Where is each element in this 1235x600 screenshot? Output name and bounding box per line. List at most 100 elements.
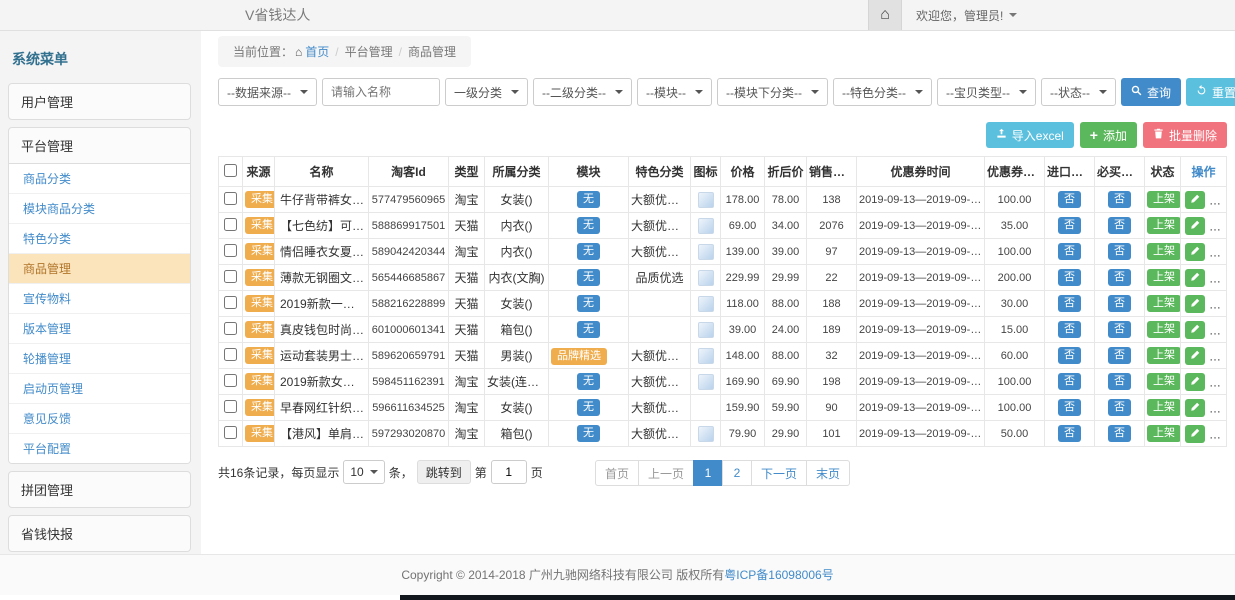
import-select-toggle[interactable]: 否 — [1058, 373, 1081, 391]
sidebar-subitem-7[interactable]: 启动页管理 — [9, 374, 190, 404]
pager-item-5[interactable]: 末页 — [806, 460, 850, 486]
sidebar-item-1[interactable]: 平台管理 — [9, 128, 190, 163]
edit-button[interactable] — [1185, 269, 1205, 287]
sidebar-subitem-2[interactable]: 特色分类 — [9, 224, 190, 254]
import-select-toggle[interactable]: 否 — [1058, 347, 1081, 365]
status-toggle[interactable]: 上架 — [1147, 295, 1181, 313]
taoke-id: 601000601341 — [369, 317, 449, 343]
row-checkbox[interactable] — [224, 192, 237, 205]
import-select-toggle[interactable]: 否 — [1058, 269, 1081, 287]
sidebar-subitem-1[interactable]: 模块商品分类 — [9, 194, 190, 224]
user-menu[interactable]: 欢迎您，管理员! — [902, 0, 1031, 30]
pager-item-2[interactable]: 1 — [693, 460, 723, 486]
status-toggle[interactable]: 上架 — [1147, 269, 1181, 287]
row-checkbox[interactable] — [224, 400, 237, 413]
import-select-toggle[interactable]: 否 — [1058, 243, 1081, 261]
sidebar-subitem-4[interactable]: 宣传物料 — [9, 284, 190, 314]
row-checkbox[interactable] — [224, 244, 237, 257]
breadcrumb-home-link[interactable]: 首页 — [305, 45, 329, 59]
filter-select-6[interactable]: --特色分类-- — [833, 78, 932, 106]
row-checkbox[interactable] — [224, 270, 237, 283]
import-select-toggle[interactable]: 否 — [1058, 399, 1081, 417]
row-checkbox[interactable] — [224, 296, 237, 309]
sales-count: 138 — [807, 187, 857, 213]
import-select-toggle[interactable]: 否 — [1058, 217, 1081, 235]
icp-link[interactable]: 粤ICP备16098006号 — [724, 568, 833, 582]
search-button[interactable]: 查询 — [1121, 78, 1181, 106]
filter-select-8[interactable]: --状态-- — [1041, 78, 1116, 106]
pager-item-4[interactable]: 下一页 — [751, 460, 807, 486]
import-select-toggle[interactable]: 否 — [1058, 295, 1081, 313]
status-toggle[interactable]: 上架 — [1147, 347, 1181, 365]
per-page-select[interactable]: 10 — [343, 460, 384, 484]
status-toggle[interactable]: 上架 — [1147, 243, 1181, 261]
filter-select-4[interactable]: --模块-- — [637, 78, 712, 106]
sidebar-item-0[interactable]: 用户管理 — [9, 84, 190, 119]
sidebar-subitem-5[interactable]: 版本管理 — [9, 314, 190, 344]
module-cell: 无 — [549, 187, 629, 213]
sidebar-subitem-6[interactable]: 轮播管理 — [9, 344, 190, 374]
discount-price: 34.00 — [765, 213, 807, 239]
edit-button[interactable] — [1185, 347, 1205, 365]
jump-page-input[interactable] — [491, 460, 527, 484]
discount-price: 29.99 — [765, 265, 807, 291]
product-name: 真皮钱包时尚优雅女士... — [275, 317, 369, 343]
must-buy-toggle[interactable]: 否 — [1108, 373, 1131, 391]
row-checkbox[interactable] — [224, 348, 237, 361]
must-buy-toggle[interactable]: 否 — [1108, 399, 1131, 417]
pager-item-0[interactable]: 首页 — [595, 460, 639, 486]
sidebar-item-2[interactable]: 拼团管理 — [9, 472, 190, 507]
import-select-toggle[interactable]: 否 — [1058, 321, 1081, 339]
add-button[interactable]: + 添加 — [1080, 122, 1137, 148]
must-buy-toggle[interactable]: 否 — [1108, 217, 1131, 235]
edit-button[interactable] — [1185, 321, 1205, 339]
must-buy-toggle[interactable]: 否 — [1108, 191, 1131, 209]
edit-button[interactable] — [1185, 399, 1205, 417]
name-search-input[interactable] — [322, 78, 440, 106]
import-select-toggle[interactable]: 否 — [1058, 191, 1081, 209]
filter-select-2[interactable]: 一级分类 — [445, 78, 528, 106]
must-buy-toggle[interactable]: 否 — [1108, 295, 1131, 313]
status-toggle[interactable]: 上架 — [1147, 191, 1181, 209]
edit-button[interactable] — [1185, 217, 1205, 235]
filter-select-0[interactable]: --数据来源-- — [218, 78, 317, 106]
edit-button[interactable] — [1185, 295, 1205, 313]
filter-select-5[interactable]: --模块下分类-- — [717, 78, 828, 106]
sidebar-item-3[interactable]: 省钱快报 — [9, 516, 190, 551]
pager-item-1[interactable]: 上一页 — [638, 460, 694, 486]
row-checkbox[interactable] — [224, 218, 237, 231]
row-checkbox[interactable] — [224, 374, 237, 387]
status-toggle[interactable]: 上架 — [1147, 399, 1181, 417]
row-checkbox[interactable] — [224, 322, 237, 335]
filter-select-7[interactable]: --宝贝类型-- — [937, 78, 1036, 106]
jump-button[interactable]: 跳转到 — [417, 460, 471, 484]
import-select-toggle[interactable]: 否 — [1058, 425, 1081, 443]
sidebar-subitem-3[interactable]: 商品管理 — [9, 254, 190, 284]
must-buy-toggle[interactable]: 否 — [1108, 321, 1131, 339]
must-buy-toggle[interactable]: 否 — [1108, 425, 1131, 443]
edit-button[interactable] — [1185, 191, 1205, 209]
col-header-6: 特色分类 — [629, 157, 691, 187]
must-buy-toggle[interactable]: 否 — [1108, 269, 1131, 287]
table-header-row: 来源名称淘客Id类型所属分类模块特色分类图标价格折后价销售数量优惠券时间优惠券金… — [219, 157, 1227, 187]
sidebar-subitem-9[interactable]: 平台配置 — [9, 434, 190, 463]
sidebar-subitem-0[interactable]: 商品分类 — [9, 164, 190, 194]
status-toggle[interactable]: 上架 — [1147, 425, 1181, 443]
filter-select-3[interactable]: --二级分类-- — [533, 78, 632, 106]
pager-item-3[interactable]: 2 — [722, 460, 752, 486]
import-excel-button[interactable]: 导入excel — [986, 122, 1074, 148]
status-toggle[interactable]: 上架 — [1147, 217, 1181, 235]
reset-button[interactable]: 重置 — [1186, 78, 1235, 106]
home-button[interactable]: ⌂ — [868, 0, 902, 30]
edit-button[interactable] — [1185, 373, 1205, 391]
must-buy-toggle[interactable]: 否 — [1108, 347, 1131, 365]
sidebar-subitem-8[interactable]: 意见反馈 — [9, 404, 190, 434]
edit-button[interactable] — [1185, 425, 1205, 443]
must-buy-toggle[interactable]: 否 — [1108, 243, 1131, 261]
row-checkbox[interactable] — [224, 426, 237, 439]
status-toggle[interactable]: 上架 — [1147, 373, 1181, 391]
select-all-checkbox[interactable] — [224, 164, 237, 177]
batch-delete-button[interactable]: 批量删除 — [1143, 122, 1227, 148]
status-toggle[interactable]: 上架 — [1147, 321, 1181, 339]
edit-button[interactable] — [1185, 243, 1205, 261]
